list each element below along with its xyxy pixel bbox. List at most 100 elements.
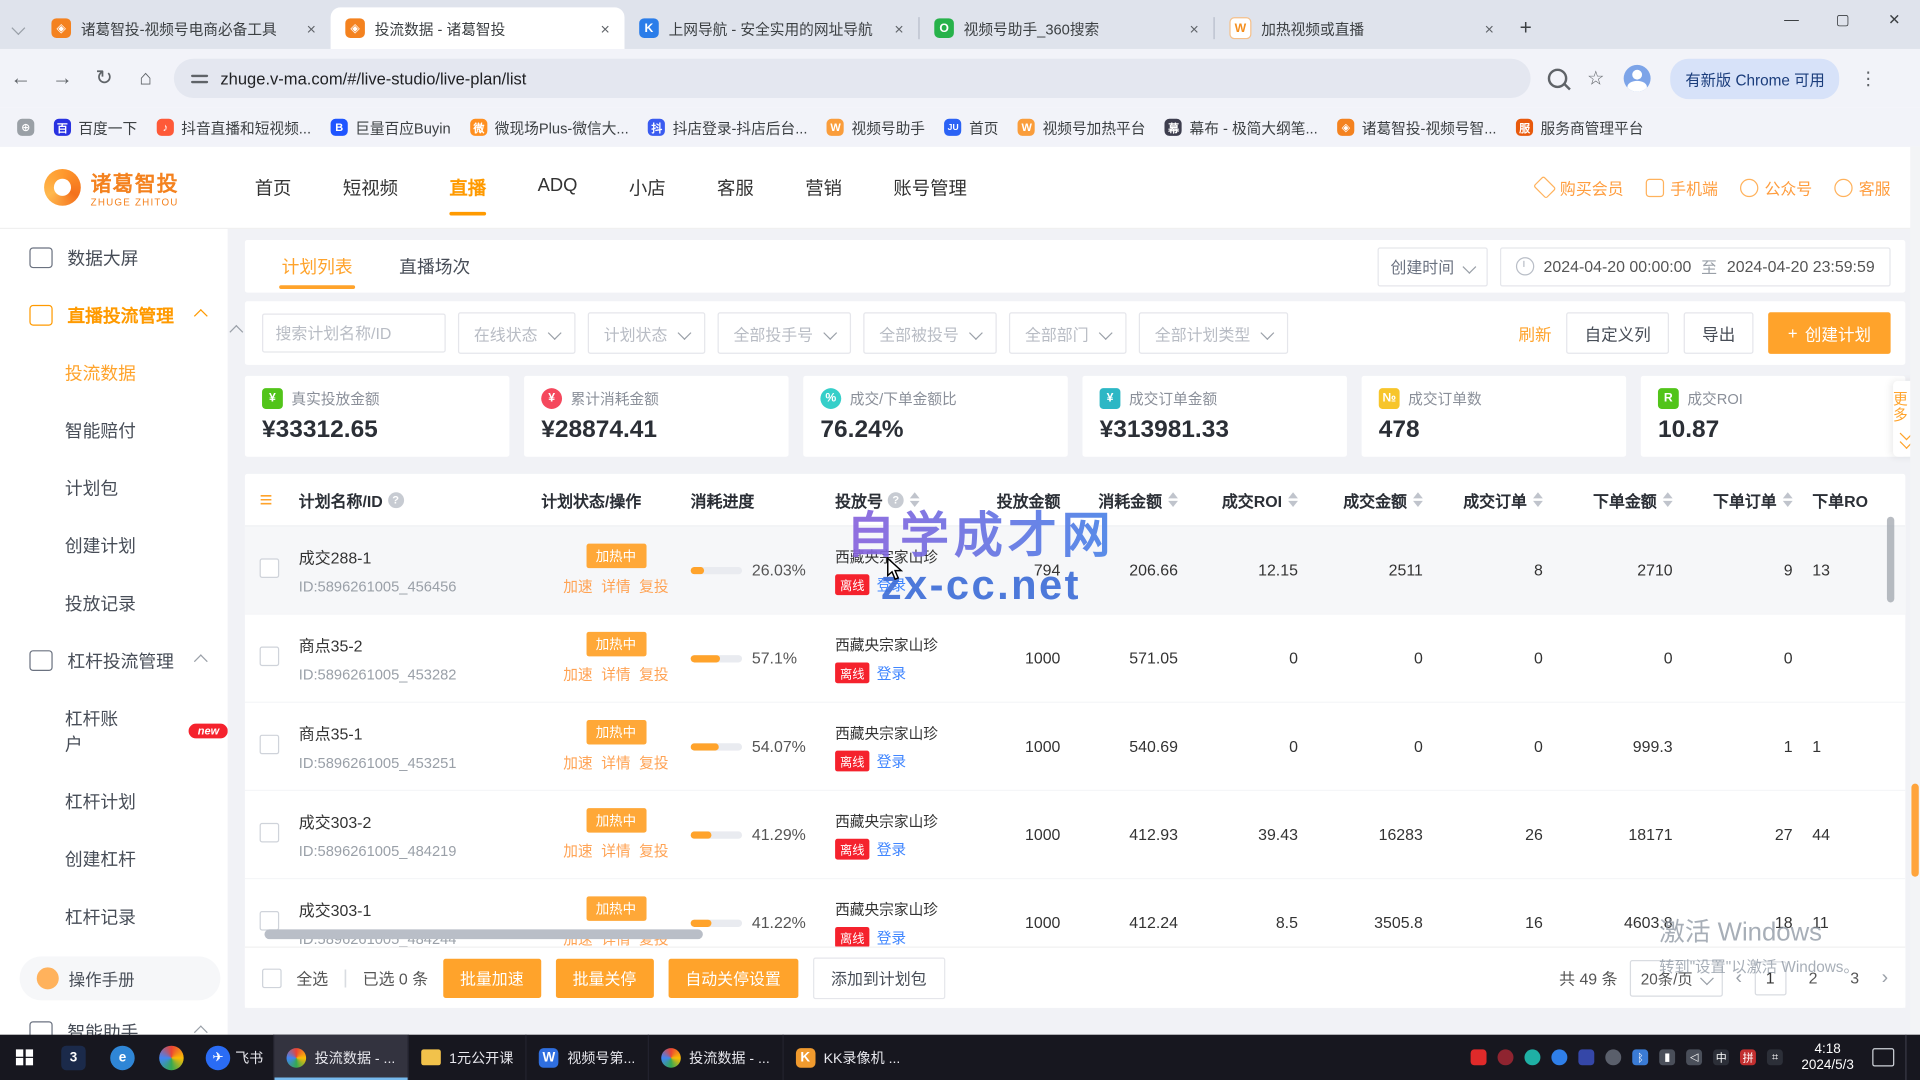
collapse-filters-icon[interactable] bbox=[229, 325, 243, 339]
create-plan-button[interactable]: +创建计划 bbox=[1768, 312, 1890, 354]
back-icon[interactable]: ← bbox=[0, 66, 42, 90]
page-size-select[interactable]: 20条/页 bbox=[1630, 959, 1724, 996]
customize-columns-button[interactable]: 自定义列 bbox=[1566, 312, 1669, 354]
row-checkbox[interactable] bbox=[260, 735, 280, 755]
profile-avatar[interactable] bbox=[1624, 65, 1651, 92]
sidebar-item-delivery-record[interactable]: 投放记录 bbox=[0, 574, 228, 632]
sidebar-item-create-plan[interactable]: 创建计划 bbox=[0, 517, 228, 575]
sort-icon[interactable] bbox=[1783, 492, 1793, 507]
sidebar-item-create-lever[interactable]: 创建杠杆 bbox=[0, 830, 228, 888]
table-horizontal-scrollbar[interactable] bbox=[264, 929, 702, 939]
select-all-label[interactable]: 全选 bbox=[296, 966, 328, 989]
bookmark-item[interactable]: B巨量百应Buyin bbox=[323, 113, 458, 141]
nav-item-account[interactable]: 账号管理 bbox=[891, 150, 969, 225]
sort-icon[interactable] bbox=[910, 492, 920, 507]
page-2[interactable]: 2 bbox=[1798, 962, 1827, 994]
table-row[interactable]: 成交288-1ID:5896261005_456456 加热中加速详情复投 26… bbox=[245, 527, 1905, 615]
ime-tray-icon[interactable]: 中 bbox=[1713, 1049, 1729, 1065]
repost-link[interactable]: 复投 bbox=[639, 752, 668, 773]
bookmark-item[interactable]: 百百度一下 bbox=[47, 113, 145, 141]
login-link[interactable]: 登录 bbox=[877, 750, 906, 771]
sort-icon[interactable] bbox=[1413, 492, 1423, 507]
row-checkbox[interactable] bbox=[260, 558, 280, 578]
sidebar-group-lever-ads[interactable]: 杠杆投流管理 bbox=[0, 632, 228, 690]
sort-icon[interactable] bbox=[1168, 492, 1178, 507]
batch-speedup-button[interactable]: 批量加速 bbox=[443, 958, 541, 997]
sidebar-item-lever-account[interactable]: 杠杆账户new bbox=[0, 689, 228, 772]
new-tab-button[interactable]: + bbox=[1509, 11, 1543, 45]
navy-tray-icon[interactable] bbox=[1579, 1049, 1595, 1065]
sidebar-item-smart-compensation[interactable]: 智能赔付 bbox=[0, 402, 228, 460]
taskbar-task-chrome2[interactable]: 投流数据 - ... bbox=[648, 1035, 782, 1080]
app-logo[interactable]: 诸葛智投 ZHUGE ZHITOU bbox=[44, 167, 215, 209]
help-icon[interactable]: ? bbox=[888, 492, 904, 508]
touch-keyboard-icon[interactable]: ⌗ bbox=[1767, 1049, 1783, 1065]
sidebar-group-live-ads[interactable]: 直播投流管理 bbox=[0, 287, 228, 345]
tab-close-icon[interactable]: × bbox=[598, 19, 612, 37]
red-tray-icon[interactable] bbox=[1471, 1049, 1487, 1065]
tab-plan-list[interactable]: 计划列表 bbox=[279, 239, 355, 294]
tab-live-sessions[interactable]: 直播场次 bbox=[397, 239, 473, 294]
detail-link[interactable]: 详情 bbox=[601, 576, 630, 597]
teal-tray-icon[interactable] bbox=[1525, 1049, 1541, 1065]
next-page-icon[interactable]: › bbox=[1882, 967, 1889, 989]
taskbar-task-kk[interactable]: KKK录像机 ... bbox=[782, 1035, 913, 1080]
speedup-link[interactable]: 加速 bbox=[563, 576, 592, 597]
batch-stop-button[interactable]: 批量关停 bbox=[555, 958, 653, 997]
repost-link[interactable]: 复投 bbox=[639, 576, 668, 597]
bookmark-item[interactable]: W视频号加热平台 bbox=[1011, 113, 1153, 141]
browser-tab[interactable]: K 上网导航 - 安全实用的网址导航 × bbox=[624, 7, 918, 49]
browser-tab[interactable]: O 视频号助手_360搜索 × bbox=[920, 7, 1214, 49]
volume-tray-icon[interactable]: ◁ bbox=[1686, 1049, 1702, 1065]
operator-select[interactable]: 全部投手号 bbox=[718, 312, 851, 354]
taskbar-clock[interactable]: 4:182024/5/3 bbox=[1794, 1041, 1861, 1073]
sidebar-item-lever-plan[interactable]: 杠杆计划 bbox=[0, 773, 228, 831]
site-settings-icon[interactable] bbox=[191, 74, 208, 83]
sidebar-item-plan-package[interactable]: 计划包 bbox=[0, 459, 228, 517]
detail-link[interactable]: 详情 bbox=[601, 664, 630, 685]
table-row[interactable]: 成交303-2ID:5896261005_484219 加热中加速详情复投 41… bbox=[245, 791, 1905, 879]
maroon-tray-icon[interactable] bbox=[1498, 1049, 1514, 1065]
sidebar-item-ads-data[interactable]: 投流数据 bbox=[0, 344, 228, 402]
bookmark-item[interactable]: 幕幕布 - 极简大纲笔... bbox=[1158, 113, 1325, 141]
help-icon[interactable]: ? bbox=[388, 492, 404, 508]
mic-tray-icon[interactable] bbox=[1606, 1049, 1622, 1065]
nav-item-home[interactable]: 首页 bbox=[252, 150, 294, 225]
sort-icon[interactable] bbox=[1288, 492, 1298, 507]
feishu-button[interactable]: ✈飞书 bbox=[196, 1035, 273, 1080]
taskbar-task-chrome[interactable]: 投流数据 - ... bbox=[273, 1035, 407, 1080]
nav-item-marketing[interactable]: 营销 bbox=[803, 150, 845, 225]
browser-menu-icon[interactable]: ⋮ bbox=[1859, 67, 1877, 89]
taskbar-task-folder[interactable]: 1元公开课 bbox=[408, 1035, 526, 1080]
bookmark-item[interactable]: 微微现场Plus-微信大... bbox=[463, 113, 636, 141]
target-account-select[interactable]: 全部被投号 bbox=[863, 312, 996, 354]
detail-link[interactable]: 详情 bbox=[601, 840, 630, 861]
edge-button[interactable]: e bbox=[98, 1035, 147, 1080]
speedup-link[interactable]: 加速 bbox=[563, 840, 592, 861]
table-row[interactable]: 商点35-1ID:5896261005_453251 加热中加速详情复投 54.… bbox=[245, 703, 1905, 791]
bookmark-item[interactable]: W视频号助手 bbox=[820, 113, 933, 141]
column-settings-icon[interactable]: ≡ bbox=[260, 487, 273, 513]
search-icon[interactable] bbox=[1548, 69, 1568, 89]
manual-button[interactable]: 操作手册 bbox=[20, 956, 221, 1000]
refresh-button[interactable]: 刷新 bbox=[1519, 321, 1552, 345]
department-select[interactable]: 全部部门 bbox=[1009, 312, 1127, 354]
buy-membership-link[interactable]: 购买会员 bbox=[1535, 176, 1623, 199]
sidebar-item-data-screen[interactable]: 数据大屏 bbox=[0, 229, 228, 287]
table-vertical-scrollbar[interactable] bbox=[1887, 517, 1894, 603]
start-button[interactable] bbox=[0, 1035, 49, 1080]
pin-ime-tray-icon[interactable]: 拼 bbox=[1740, 1049, 1756, 1065]
export-button[interactable]: 导出 bbox=[1684, 312, 1754, 354]
blue-tray-icon[interactable] bbox=[1552, 1049, 1568, 1065]
plan-search-input[interactable] bbox=[262, 313, 446, 352]
sort-icon[interactable] bbox=[1533, 492, 1543, 507]
add-to-package-button[interactable]: 添加到计划包 bbox=[813, 957, 945, 999]
nav-item-live[interactable]: 直播 bbox=[447, 150, 489, 225]
bookmark-item[interactable]: 服服务商管理平台 bbox=[1509, 113, 1651, 141]
address-bar[interactable]: zhuge.v-ma.com/#/live-studio/live-plan/l… bbox=[174, 59, 1531, 98]
row-checkbox[interactable] bbox=[260, 823, 280, 843]
login-link[interactable]: 登录 bbox=[877, 926, 906, 947]
plan-type-select[interactable]: 全部计划类型 bbox=[1139, 312, 1288, 354]
page-scrollbar[interactable] bbox=[1910, 147, 1920, 1035]
customer-service-link[interactable]: 客服 bbox=[1834, 176, 1890, 199]
